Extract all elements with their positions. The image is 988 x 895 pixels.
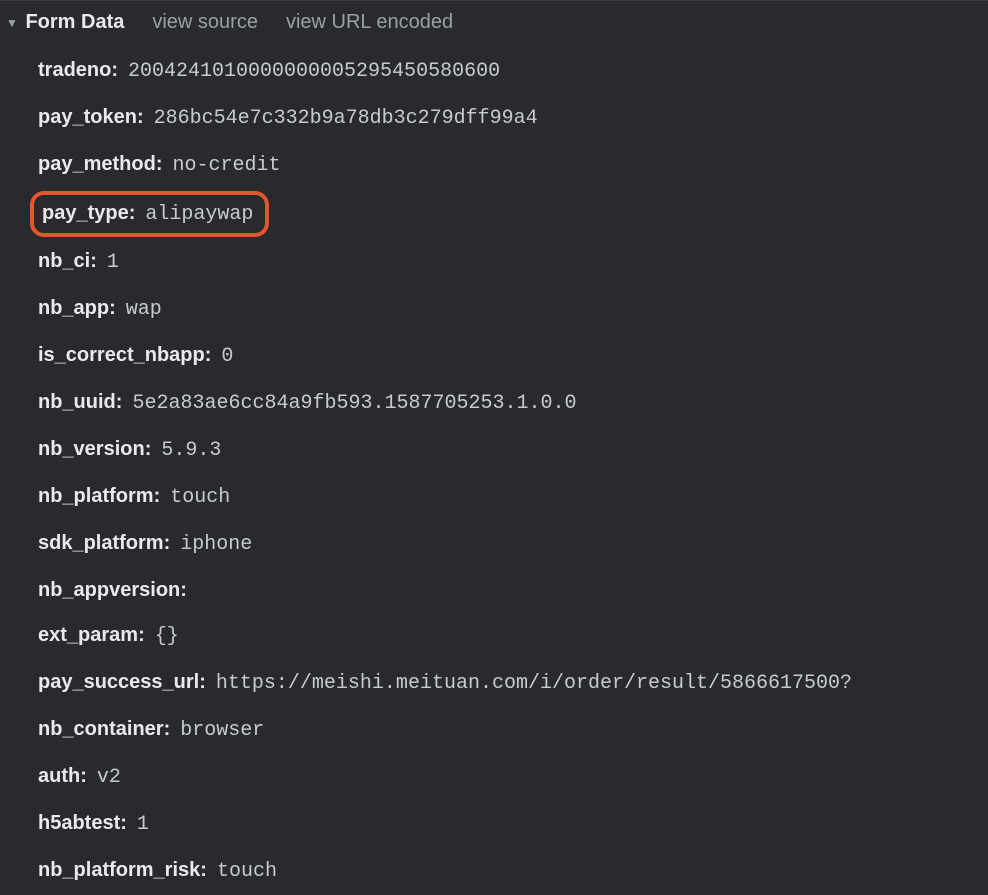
form-data-key: pay_method (38, 152, 162, 176)
form-data-value: browser (180, 719, 264, 743)
form-data-key: ext_param (38, 623, 145, 647)
form-data-row: ext_param {} (38, 613, 988, 660)
form-data-row: pay_method no-credit (38, 142, 988, 189)
form-data-key: h5abtest (38, 811, 127, 835)
form-data-value: no-credit (172, 154, 280, 178)
form-data-row: nb_appversion (38, 568, 988, 613)
section-title: Form Data (25, 11, 124, 33)
form-data-key: sdk_platform (38, 531, 170, 555)
form-data-value: 286bc54e7c332b9a78db3c279dff99a4 (154, 107, 538, 131)
form-data-key: nb_platform_risk (38, 858, 207, 882)
form-data-value: 1 (137, 813, 149, 837)
form-data-value: wap (126, 298, 162, 322)
form-data-row: sdk_platform iphone (38, 521, 988, 568)
section-title-group[interactable]: ▼ Form Data (6, 11, 124, 34)
disclosure-triangle-down-icon: ▼ (6, 16, 18, 30)
form-data-value: iphone (180, 533, 252, 557)
form-data-value: alipaywap (145, 203, 253, 227)
form-data-section-header[interactable]: ▼ Form Data view source view URL encoded (0, 0, 988, 44)
view-source-link[interactable]: view source (152, 11, 258, 34)
form-data-value: 5.9.3 (161, 439, 221, 463)
form-data-key: auth (38, 764, 87, 788)
form-data-key: nb_uuid (38, 390, 122, 414)
form-data-key: nb_container (38, 717, 170, 741)
form-data-list: tradeno 2004241010000000005295450580600 pa… (0, 44, 988, 895)
form-data-row: nb_container browser (38, 707, 988, 754)
form-data-key: nb_app (38, 296, 116, 320)
form-data-row: pay_success_url https://meishi.meituan.co… (38, 660, 988, 707)
form-data-key: nb_version (38, 437, 151, 461)
form-data-row: is_correct_nbapp 0 (38, 333, 988, 380)
form-data-value: https://meishi.meituan.com/i/order/resul… (216, 672, 852, 696)
form-data-value: {} (155, 625, 179, 649)
form-data-row: nb_uuid 5e2a83ae6cc84a9fb593.1587705253.1… (38, 380, 988, 427)
form-data-value: v2 (97, 766, 121, 790)
form-data-value: 1 (107, 251, 119, 275)
form-data-key: nb_appversion (38, 578, 187, 602)
form-data-key: pay_token (38, 105, 144, 129)
form-data-row: tradeno 2004241010000000005295450580600 (38, 48, 988, 95)
form-data-value: touch (217, 860, 277, 884)
form-data-key: nb_ci (38, 249, 97, 273)
form-data-key: pay_success_url (38, 670, 206, 694)
form-data-row: pay_type alipaywap (30, 191, 269, 237)
form-data-key: is_correct_nbapp (38, 343, 211, 367)
form-data-key: pay_type (42, 201, 135, 225)
form-data-row: nb_app wap (38, 286, 988, 333)
form-data-row: pay_token 286bc54e7c332b9a78db3c279dff99a… (38, 95, 988, 142)
form-data-row: auth v2 (38, 754, 988, 801)
form-data-value: touch (170, 486, 230, 510)
form-data-row: nb_platform touch (38, 474, 988, 521)
form-data-row: h5abtest 1 (38, 801, 988, 848)
form-data-row: nb_platform_risk touch (38, 848, 988, 895)
form-data-value: 0 (221, 345, 233, 369)
form-data-row: nb_version 5.9.3 (38, 427, 988, 474)
form-data-key: tradeno (38, 58, 118, 82)
form-data-value: 5e2a83ae6cc84a9fb593.1587705253.1.0.0 (132, 392, 576, 416)
form-data-value: 2004241010000000005295450580600 (128, 60, 500, 84)
form-data-key: nb_platform (38, 484, 160, 508)
form-data-row: nb_ci 1 (38, 239, 988, 286)
view-url-encoded-link[interactable]: view URL encoded (286, 11, 453, 34)
